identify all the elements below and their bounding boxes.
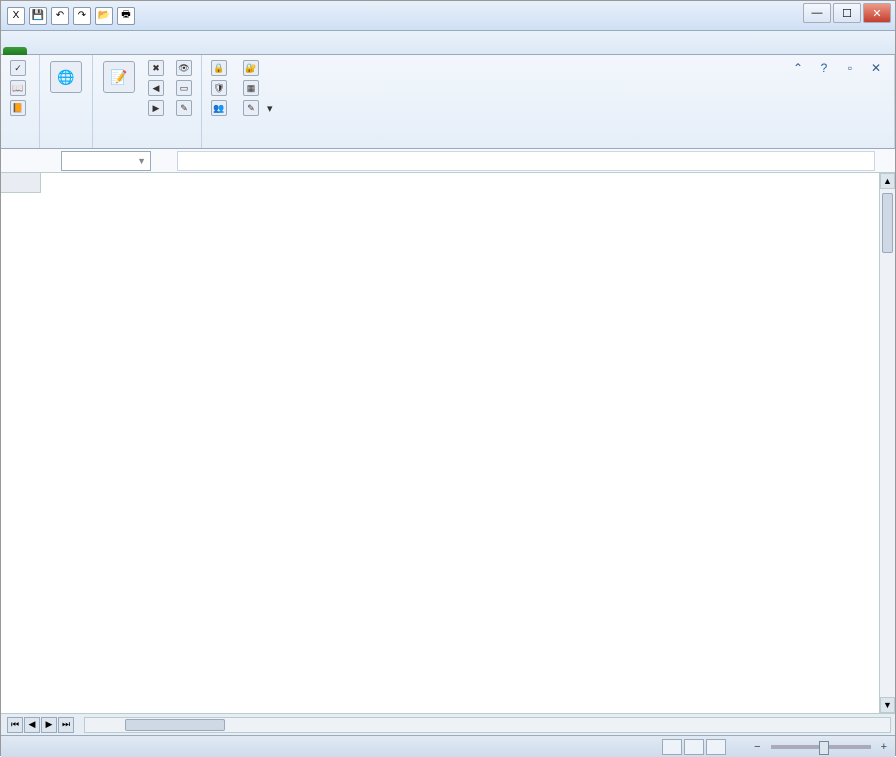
view-buttons: [662, 739, 726, 755]
ribbon-group-proofing: ✓ 📖 📙: [1, 55, 40, 148]
scroll-down-button[interactable]: ▼: [880, 697, 895, 713]
track-icon: ✎: [243, 100, 259, 116]
tab-last-button[interactable]: ⏭: [58, 717, 74, 733]
file-tab[interactable]: [3, 47, 27, 55]
show-ink-button[interactable]: ✎: [173, 99, 195, 117]
maximize-button[interactable]: ☐: [833, 3, 861, 23]
show-icon: 👁: [176, 60, 192, 76]
vertical-scrollbar[interactable]: ▲ ▼: [879, 173, 895, 713]
ribbon: ✓ 📖 📙 🌐 📝 ✖ ◀ ▶ 👁 ▭ ✎: [1, 55, 895, 149]
hscroll-thumb[interactable]: [125, 719, 225, 731]
track-changes-button[interactable]: ✎ ▾: [240, 99, 276, 117]
page-break-view-button[interactable]: [706, 739, 726, 755]
status-bar: − +: [1, 735, 895, 757]
translate-icon: 🌐: [50, 61, 82, 93]
tab-nav: ⏮ ◀ ▶ ⏭: [7, 717, 74, 733]
normal-view-button[interactable]: [662, 739, 682, 755]
book-icon: 📖: [10, 80, 26, 96]
tab-prev-button[interactable]: ◀: [24, 717, 40, 733]
delete-comment-button[interactable]: ✖: [145, 59, 167, 77]
showall-icon: ▭: [176, 80, 192, 96]
spelling-button[interactable]: ✓: [7, 59, 33, 77]
page-layout-view-button[interactable]: [684, 739, 704, 755]
ribbon-tabs: [1, 31, 895, 55]
window-controls: — ☐ ✕: [803, 3, 891, 23]
new-comment-button[interactable]: 📝: [99, 59, 139, 97]
close-button[interactable]: ✕: [863, 3, 891, 23]
protect-share-icon: 🔐: [243, 60, 259, 76]
abc-icon: ✓: [10, 60, 26, 76]
delete-icon: ✖: [148, 60, 164, 76]
zoom-out-button[interactable]: −: [754, 741, 760, 753]
allow-ranges-button[interactable]: ▦: [240, 79, 276, 97]
tab-first-button[interactable]: ⏮: [7, 717, 23, 733]
protect-workbook-button[interactable]: 🛡: [208, 79, 234, 97]
qat-undo-icon[interactable]: ↶: [51, 7, 69, 25]
thesaurus-button[interactable]: 📙: [7, 99, 33, 117]
sheet-tab-strip: ⏮ ◀ ▶ ⏭: [1, 713, 895, 735]
minimize-button[interactable]: —: [803, 3, 831, 23]
excel-icon[interactable]: X: [7, 7, 25, 25]
qat-save-icon[interactable]: 💾: [29, 7, 47, 25]
prev-icon: ◀: [148, 80, 164, 96]
next-comment-button[interactable]: ▶: [145, 99, 167, 117]
help-icon[interactable]: ?: [815, 61, 833, 75]
lock-icon: 🔒: [211, 60, 227, 76]
qat-open-icon[interactable]: 📂: [95, 7, 113, 25]
protect-sheet-button[interactable]: 🔒: [208, 59, 234, 77]
ribbon-help: ⌃ ? ▫ ✕: [789, 61, 885, 75]
minimize-ribbon-icon[interactable]: ⌃: [789, 61, 807, 75]
qat-redo-icon[interactable]: ↷: [73, 7, 91, 25]
formula-bar: ▼: [1, 149, 895, 173]
ribbon-group-language: 🌐: [40, 55, 93, 148]
share-icon: 👥: [211, 100, 227, 116]
column-headers: [1, 173, 879, 193]
restore-window-icon[interactable]: ▫: [841, 61, 859, 75]
qat-print-icon[interactable]: 🖶: [117, 7, 135, 25]
select-all-corner[interactable]: [1, 173, 41, 193]
formula-input[interactable]: [177, 151, 875, 171]
worksheet[interactable]: ▲ ▼: [1, 173, 895, 713]
share-workbook-button[interactable]: 👥: [208, 99, 234, 117]
ink-icon: ✎: [176, 100, 192, 116]
tab-next-button[interactable]: ▶: [41, 717, 57, 733]
show-all-button[interactable]: ▭: [173, 79, 195, 97]
thesaurus-icon: 📙: [10, 100, 26, 116]
show-comment-button[interactable]: 👁: [173, 59, 195, 77]
scroll-thumb[interactable]: [882, 193, 893, 253]
chevron-down-icon[interactable]: ▼: [137, 156, 146, 166]
title-bar: X 💾 ↶ ↷ 📂 🖶 — ☐ ✕: [1, 1, 895, 31]
prev-comment-button[interactable]: ◀: [145, 79, 167, 97]
quick-access-toolbar: X 💾 ↶ ↷ 📂 🖶: [7, 7, 135, 25]
cell-grid[interactable]: [41, 193, 879, 713]
zoom-in-button[interactable]: +: [881, 741, 887, 753]
translate-button[interactable]: 🌐: [46, 59, 86, 97]
ribbon-group-comments: 📝 ✖ ◀ ▶ 👁 ▭ ✎: [93, 55, 202, 148]
scroll-up-button[interactable]: ▲: [880, 173, 895, 189]
zoom-slider[interactable]: [771, 745, 871, 749]
next-icon: ▶: [148, 100, 164, 116]
close-workbook-icon[interactable]: ✕: [867, 61, 885, 75]
name-box[interactable]: ▼: [61, 151, 151, 171]
research-button[interactable]: 📖: [7, 79, 33, 97]
ranges-icon: ▦: [243, 80, 259, 96]
protect-share-button[interactable]: 🔐: [240, 59, 276, 77]
horizontal-scrollbar[interactable]: [84, 717, 891, 733]
new-comment-icon: 📝: [103, 61, 135, 93]
shield-icon: 🛡: [211, 80, 227, 96]
